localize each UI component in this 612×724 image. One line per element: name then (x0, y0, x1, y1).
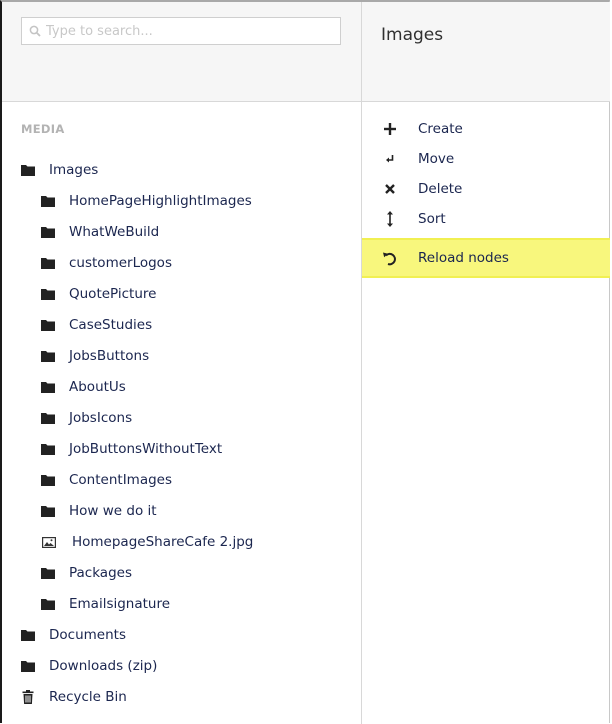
menu-item-create[interactable]: Create (362, 114, 610, 144)
tree-node-label: JobsIcons (69, 410, 133, 426)
tree-node-label: How we do it (69, 503, 157, 519)
menu-item-label: Delete (418, 181, 463, 197)
tree-node-label: HomepageShareCafe 2.jpg (72, 534, 254, 550)
tree-node[interactable]: HomepageShareCafe 2.jpg (42, 530, 253, 554)
tree-node[interactable]: CaseStudies (41, 313, 152, 337)
tree-node-label: Recycle Bin (49, 689, 127, 705)
tree-node-label: CaseStudies (69, 317, 153, 333)
tree-node-label: WhatWeBuild (69, 224, 160, 240)
actions-header: Images (362, 2, 610, 102)
folder-icon (41, 318, 55, 332)
folder-icon (41, 194, 55, 208)
tree-node-label: AboutUs (69, 379, 126, 395)
folder-icon (41, 349, 55, 363)
tree-node-documents[interactable]: Documents (21, 623, 126, 647)
tree-node-label: customerLogos (69, 255, 172, 271)
folder-icon (41, 225, 55, 239)
folder-icon (41, 442, 55, 456)
sort-arrows-icon (382, 211, 398, 227)
tree-node[interactable]: How we do it (41, 499, 157, 523)
tree-node[interactable]: WhatWeBuild (41, 220, 159, 244)
tree-node-label: ContentImages (69, 472, 173, 488)
tree-node-label: HomePageHighlightImages (69, 193, 252, 209)
folder-icon (41, 380, 55, 394)
folder-icon (41, 597, 55, 611)
folder-icon (41, 473, 55, 487)
trash-icon (21, 690, 35, 704)
folder-icon (41, 256, 55, 270)
tree-node[interactable]: Emailsignature (41, 592, 170, 616)
tree-node-label: Packages (69, 565, 132, 581)
menu-item-label: Sort (418, 211, 446, 227)
tree-header (2, 2, 361, 102)
tree-node-label: Emailsignature (69, 596, 171, 612)
tree-node-label: Downloads (zip) (49, 658, 158, 674)
tree-node[interactable]: QuotePicture (41, 282, 156, 306)
search-input[interactable] (46, 23, 326, 39)
folder-icon (21, 659, 35, 673)
menu-item-label: Move (418, 151, 455, 167)
tree-node[interactable]: AboutUs (41, 375, 126, 399)
folder-icon (41, 411, 55, 425)
tree-node-label: QuotePicture (69, 286, 157, 302)
panel-divider (361, 2, 362, 724)
tree-node[interactable]: JobsButtons (41, 344, 149, 368)
tree-node-label: Images (49, 162, 99, 178)
folder-icon (21, 163, 35, 177)
menu-item-delete[interactable]: Delete (362, 174, 610, 204)
tree-node-downloads[interactable]: Downloads (zip) (21, 654, 157, 678)
panel-title: Images (381, 25, 444, 45)
tree-node[interactable]: customerLogos (41, 251, 172, 275)
tree-node[interactable]: Packages (41, 561, 132, 585)
tree-node-label: Documents (49, 627, 126, 643)
section-label-media: MEDIA (21, 122, 65, 136)
tree-node[interactable]: HomePageHighlightImages (41, 189, 252, 213)
reload-icon (382, 250, 398, 266)
tree-node[interactable]: JobButtonsWithoutText (41, 437, 222, 461)
tree-node-label: JobsButtons (69, 348, 150, 364)
tree-node-images[interactable]: Images (21, 158, 98, 182)
tree-node-label: JobButtonsWithoutText (69, 441, 223, 457)
menu-item-label: Create (418, 121, 463, 137)
move-arrow-icon (382, 151, 398, 167)
tree-node-recycle-bin[interactable]: Recycle Bin (21, 685, 127, 709)
search-icon (26, 22, 44, 40)
menu-item-move[interactable]: Move (362, 144, 610, 174)
folder-icon (41, 287, 55, 301)
image-icon (42, 535, 56, 549)
x-icon (382, 181, 398, 197)
folder-icon (41, 504, 55, 518)
search-box[interactable] (21, 17, 341, 45)
folder-icon (21, 628, 35, 642)
menu-item-reload-nodes[interactable]: Reload nodes (362, 238, 610, 278)
plus-icon (382, 121, 398, 137)
tree-node[interactable]: JobsIcons (41, 406, 132, 430)
menu-item-label: Reload nodes (418, 250, 509, 266)
folder-icon (41, 566, 55, 580)
menu-item-sort[interactable]: Sort (362, 204, 610, 234)
tree-node[interactable]: ContentImages (41, 468, 172, 492)
